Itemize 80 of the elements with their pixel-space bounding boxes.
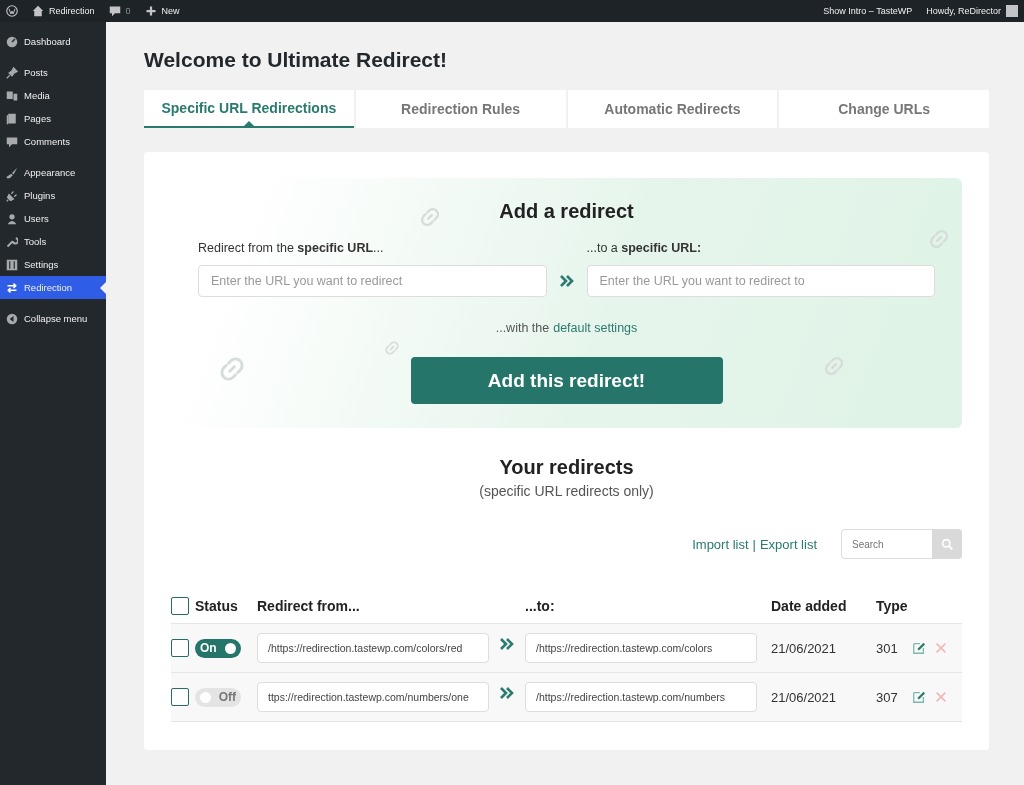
sidebar-item[interactable]: Media — [0, 84, 106, 107]
sidebar-item[interactable]: Users — [0, 207, 106, 230]
section-title: Your redirects — [498, 456, 635, 479]
tab[interactable]: Redirection Rules — [355, 90, 566, 128]
field-label: Redirect from the specific URL... — [198, 241, 385, 255]
column-header: Redirect from... — [257, 598, 360, 614]
tab[interactable]: Specific URL Redirections — [144, 90, 354, 128]
section-subtitle: (specific URL redirects only) — [478, 483, 655, 499]
settings-icon — [6, 258, 18, 271]
link-icon — [218, 355, 246, 383]
sidebar-item[interactable]: Comments — [0, 130, 106, 153]
column-header: Status — [195, 598, 238, 614]
link-icon — [384, 340, 400, 356]
table-cell: 307 — [876, 689, 898, 705]
user-icon — [6, 212, 18, 225]
plug-icon — [6, 189, 18, 202]
url-field[interactable]: ttps://redirection.tastewp.com/numbers/one — [257, 682, 489, 712]
arrows-icon — [6, 281, 18, 294]
settings-link[interactable]: default settings — [553, 321, 638, 335]
howdy-link[interactable]: Howdy, ReDirector — [926, 6, 1001, 16]
show-intro-link[interactable]: Show Intro – TasteWP — [823, 6, 913, 16]
sidebar-item[interactable]: Redirection — [0, 276, 106, 299]
collapse-icon — [6, 312, 18, 325]
site-link[interactable]: Redirection — [49, 6, 95, 16]
plus-icon — [144, 5, 157, 17]
table-cell: 21/06/2021 — [771, 689, 837, 705]
toggle-switch[interactable]: On — [195, 638, 241, 658]
url-field[interactable]: /https://redirection.tastewp.com/colors — [525, 633, 757, 663]
sidebar-item[interactable]: Pages — [0, 107, 106, 130]
page-title: Welcome to Ultimate Redirect! — [144, 48, 448, 72]
import-link[interactable]: Import list — [692, 536, 749, 552]
add-redirect-button[interactable]: Add this redirect! — [410, 357, 723, 404]
speech-bubble-icon — [108, 5, 121, 17]
checkbox[interactable] — [171, 639, 189, 657]
sidebar-item[interactable]: Settings — [0, 253, 106, 276]
url-field[interactable]: /https://redirection.tastewp.com/numbers — [525, 682, 757, 712]
table-cell: 301 — [876, 640, 898, 656]
sidebar-item[interactable]: Dashboard — [0, 30, 106, 53]
toggle-switch[interactable]: Off — [195, 687, 241, 707]
sidebar-item[interactable]: Tools — [0, 230, 106, 253]
url-field[interactable]: /https://redirection.tastewp.com/colors/red — [257, 633, 489, 663]
sidebar-item[interactable]: Posts — [0, 61, 106, 84]
comment-count[interactable]: 0 — [125, 6, 131, 16]
home-icon — [32, 5, 44, 17]
column-header: Date added — [771, 598, 847, 614]
sidebar-item[interactable]: Plugins — [0, 184, 106, 207]
pages-icon — [6, 112, 18, 125]
gauge-icon — [6, 35, 18, 48]
section-title: Add a redirect — [499, 200, 634, 223]
input-field[interactable]: Enter the URL you want to redirect — [198, 265, 547, 297]
sidebar-item[interactable]: Appearance — [0, 161, 106, 184]
search-field[interactable]: Search — [841, 529, 932, 559]
edit-icon[interactable] — [912, 690, 926, 704]
pushpin-icon — [6, 66, 18, 79]
collapse-menu-button[interactable]: Collapse menu — [0, 307, 106, 330]
checkbox[interactable] — [171, 597, 189, 615]
speech-bubble-icon — [6, 135, 18, 148]
wrench-icon — [6, 235, 18, 248]
export-link[interactable]: Export list — [759, 536, 817, 552]
search-icon — [940, 537, 954, 551]
checkbox[interactable] — [171, 688, 189, 706]
double-chevron-icon — [558, 274, 575, 288]
tab[interactable]: Automatic Redirects — [567, 90, 778, 128]
input-field[interactable]: Enter the URL you want to redirect to — [586, 265, 935, 297]
tab[interactable]: Change URLs — [779, 90, 989, 128]
link-icon — [419, 206, 441, 228]
column-header: ...to: — [525, 598, 555, 614]
field-label: ...to a specific URL: — [586, 241, 703, 255]
edit-icon[interactable] — [912, 641, 926, 655]
new-link[interactable]: New — [161, 6, 180, 16]
link-separator: | — [752, 536, 756, 552]
link-icon — [928, 228, 950, 250]
double-chevron-icon — [499, 685, 515, 700]
settings-note: ...with the — [495, 321, 550, 335]
wordpress-logo-icon[interactable] — [6, 5, 18, 17]
media-icon — [6, 89, 18, 102]
column-header: Type — [876, 598, 908, 614]
table-cell: 21/06/2021 — [771, 640, 837, 656]
link-icon — [823, 355, 845, 377]
double-chevron-icon — [499, 636, 515, 651]
